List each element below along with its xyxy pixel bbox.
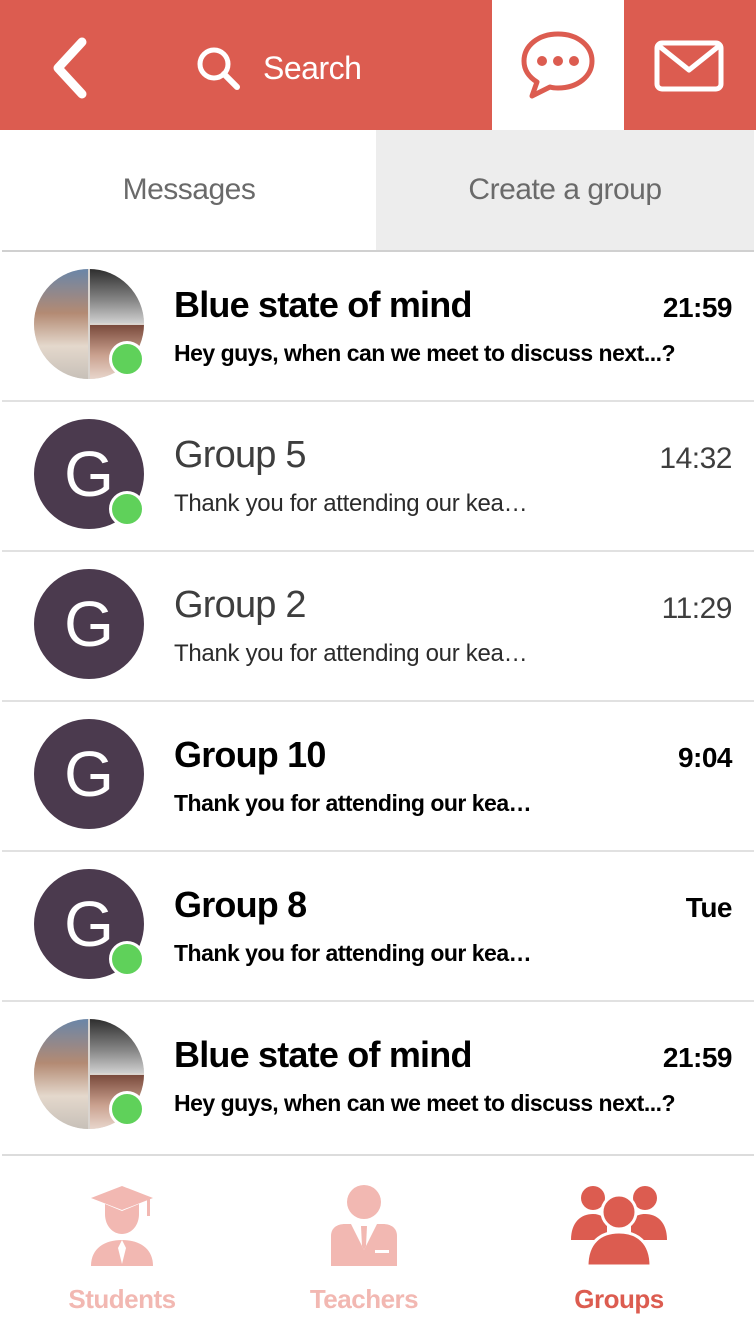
conversation-time: 11:29 (661, 592, 733, 625)
tab-create-group[interactable]: Create a group (376, 130, 754, 250)
conversation-row[interactable]: G Group 2 Thank you for attending our ke… (2, 552, 754, 702)
nav-students[interactable]: Students (22, 1156, 222, 1336)
conversation-time: 21:59 (662, 292, 733, 323)
conversation-row[interactable]: Blue state of mind Hey guys, when can we… (2, 252, 754, 402)
tab-messages[interactable]: Messages (2, 130, 376, 250)
conversation-preview: Thank you for attending our kea… (174, 490, 528, 517)
online-indicator (109, 341, 145, 377)
back-button[interactable] (40, 30, 110, 105)
conversation-title: Group 10 (174, 734, 326, 775)
conversation-title: Blue state of mind (174, 284, 472, 325)
envelope-icon (654, 40, 724, 92)
mail-tab[interactable] (624, 0, 756, 130)
avatar-letter: G (64, 738, 114, 810)
conversation-title: Group 8 (174, 884, 307, 925)
conversation-row[interactable]: G Group 5 Thank you for attending our ke… (2, 402, 754, 552)
bottom-navigation: Students Teachers Groups (2, 1154, 754, 1336)
conversation-time: Tue (685, 892, 733, 923)
conversation-row[interactable]: G Group 10 Thank you for attending our k… (2, 702, 754, 852)
conversation-title: Group 2 (174, 584, 307, 626)
nav-label: Groups (574, 1284, 664, 1314)
search-icon (197, 47, 240, 90)
nav-groups[interactable]: Groups (519, 1156, 719, 1336)
search-button[interactable]: Search (195, 38, 362, 98)
chevron-left-icon (53, 37, 87, 99)
conversation-row[interactable]: Blue state of mind Hey guys, when can we… (2, 1002, 754, 1150)
conversation-preview: Thank you for attending our kea… (174, 790, 532, 816)
search-label: Search (263, 49, 362, 86)
conversation-preview: Hey guys, when can we meet to discuss ne… (174, 1090, 676, 1116)
teacher-icon (331, 1185, 397, 1266)
conversation-title: Group 5 (174, 434, 307, 476)
online-indicator (109, 1091, 145, 1127)
top-bar: Search (0, 0, 756, 130)
group-letter-avatar: G (34, 719, 144, 829)
conversation-time: 21:59 (662, 1042, 733, 1073)
online-indicator (109, 491, 145, 527)
conversation-time: 14:32 (659, 442, 732, 475)
avatar-letter: G (64, 588, 114, 660)
chat-tab[interactable] (492, 0, 624, 130)
conversation-title: Blue state of mind (174, 1034, 472, 1075)
nav-label: Students (68, 1284, 176, 1314)
conversation-preview: Hey guys, when can we meet to discuss ne… (174, 340, 676, 366)
conversation-time: 9:04 (677, 742, 733, 773)
conversation-preview: Thank you for attending our kea… (174, 640, 528, 667)
online-indicator (109, 941, 145, 977)
tab-bar: Messages Create a group (2, 130, 754, 252)
graduate-icon (91, 1186, 153, 1266)
speech-bubble-icon (521, 31, 595, 99)
group-letter-avatar: G (34, 569, 144, 679)
nav-teachers[interactable]: Teachers (264, 1156, 464, 1336)
conversation-list: Blue state of mind Hey guys, when can we… (2, 252, 754, 1150)
conversation-row[interactable]: G Group 8 Thank you for attending our ke… (2, 852, 754, 1002)
nav-label: Teachers (309, 1284, 419, 1314)
group-icon (571, 1186, 667, 1266)
conversation-preview: Thank you for attending our kea… (174, 940, 532, 966)
